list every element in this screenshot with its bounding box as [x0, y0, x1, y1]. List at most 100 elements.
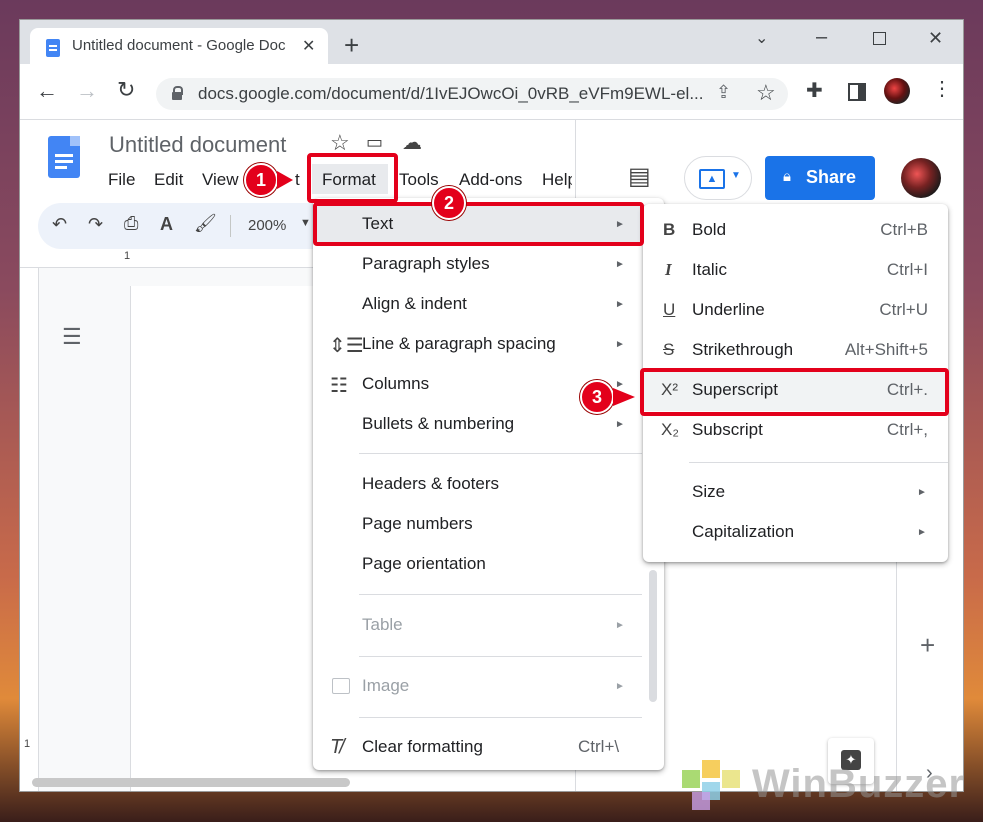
menu-item-label: Clear formatting	[362, 737, 483, 756]
menu-item-shortcut: Ctrl+I	[886, 260, 928, 279]
menu-item-label: Italic	[692, 260, 727, 279]
format-menu-item-align-indent[interactable]: Align & indent ►	[313, 285, 664, 325]
menu-insert[interactable]: t	[295, 170, 300, 190]
step-3-badge: 3	[580, 380, 614, 414]
forward-icon[interactable]: →	[76, 78, 98, 104]
menu-tools[interactable]: Tools	[399, 170, 439, 190]
document-title[interactable]: Untitled document	[109, 132, 286, 158]
menu-separator	[359, 594, 642, 595]
winbuzzer-logo-icon	[682, 760, 744, 812]
menu-item-label: Bullets & numbering	[362, 414, 515, 433]
format-menu-item-paragraph-styles[interactable]: Paragraph styles ►	[313, 245, 664, 285]
browser-tab[interactable]: Untitled document - Google Doc ✕	[30, 28, 328, 64]
submenu-arrow-icon: ►	[917, 487, 927, 498]
bookmark-star-icon[interactable]: ☆	[756, 80, 776, 106]
step-1-arrow	[277, 171, 293, 189]
vruler-mark: 1	[24, 738, 31, 750]
underline-icon: U	[663, 300, 676, 319]
close-tab-icon[interactable]: ✕	[302, 36, 315, 56]
submenu-arrow-icon: ►	[615, 259, 625, 270]
step-2-badge: 2	[432, 186, 466, 220]
menu-item-label: Bold	[692, 220, 727, 239]
profile-avatar[interactable]	[884, 78, 910, 104]
redo-icon[interactable]: ↷	[88, 214, 103, 235]
format-menu: Text ► Paragraph styles ► Align & indent…	[313, 198, 664, 770]
browser-toolbar: ← → ↻ docs.google.com/document/d/1IvEJOw…	[20, 64, 963, 120]
menu-item-shortcut: Ctrl+\	[578, 737, 620, 756]
add-addon-icon[interactable]: +	[920, 630, 935, 661]
tab-search-icon[interactable]: ⌄	[755, 28, 768, 48]
maximize-icon[interactable]	[873, 32, 886, 45]
print-icon[interactable]: ⎙	[124, 213, 138, 234]
menu-item-label: Paragraph styles	[362, 254, 490, 273]
text-submenu-item-italic[interactable]: I Italic Ctrl+I	[643, 251, 948, 291]
menu-item-shortcut: Ctrl+U	[879, 300, 928, 319]
menu-item-label: Align & indent	[362, 294, 467, 313]
format-menu-item-page-numbers[interactable]: Page numbers	[313, 505, 664, 545]
watermark-text: WinBuzzer	[752, 762, 966, 806]
italic-icon: I	[665, 260, 672, 279]
subscript-icon: X₂	[661, 420, 679, 439]
menu-addons[interactable]: Add-ons	[459, 170, 522, 190]
extensions-icon[interactable]: ✚	[806, 78, 823, 103]
menu-help[interactable]: Help	[542, 170, 572, 190]
minimize-icon[interactable]: –	[816, 26, 827, 49]
menu-file[interactable]: File	[108, 170, 135, 190]
menu-item-label: Headers & footers	[362, 474, 500, 493]
address-bar[interactable]: docs.google.com/document/d/1IvEJOwcOi_0v…	[156, 78, 788, 110]
menu-edit[interactable]: Edit	[154, 170, 183, 190]
image-icon	[332, 678, 350, 694]
highlight-superscript-item	[640, 368, 949, 416]
zoom-dropdown-icon[interactable]: ▼	[300, 217, 311, 229]
text-submenu-item-subscript[interactable]: X₂ Subscript Ctrl+,	[643, 411, 948, 451]
format-menu-item-clear-formatting[interactable]: T̸ Clear formatting Ctrl+\	[313, 728, 664, 768]
spellcheck-icon[interactable]: A	[160, 214, 173, 235]
menu-item-label: Columns	[362, 374, 430, 393]
back-icon[interactable]: ←	[36, 78, 58, 104]
horizontal-scrollbar[interactable]	[32, 778, 350, 787]
reload-icon[interactable]: ↻	[117, 77, 135, 103]
menu-item-label: Subscript	[692, 420, 763, 439]
format-menu-item-page-orientation[interactable]: Page orientation	[313, 545, 664, 585]
share-button[interactable]: 🔒︎ Share	[765, 156, 875, 200]
move-folder-icon[interactable]: ▭	[366, 132, 383, 153]
tab-title: Untitled document - Google Doc	[72, 37, 286, 54]
format-menu-item-headers-footers[interactable]: Headers & footers	[313, 465, 664, 505]
menu-separator	[689, 462, 948, 463]
comments-icon[interactable]: ▤	[628, 162, 651, 191]
submenu-arrow-icon: ►	[615, 299, 625, 310]
close-window-icon[interactable]: ✕	[928, 28, 943, 49]
share-label: Share	[806, 167, 857, 187]
text-submenu-item-underline[interactable]: U Underline Ctrl+U	[643, 291, 948, 331]
menu-item-label: Line & paragraph spacing	[362, 334, 556, 353]
new-tab-button[interactable]: +	[344, 32, 359, 58]
format-menu-item-line-spacing[interactable]: ⇕☰ Line & paragraph spacing ►	[313, 325, 664, 365]
menu-item-label: Underline	[692, 300, 765, 319]
clear-formatting-icon: T̸	[330, 736, 343, 758]
outline-icon[interactable]: ☰	[62, 324, 82, 350]
account-avatar[interactable]	[901, 158, 941, 198]
submenu-arrow-icon: ►	[615, 681, 625, 692]
text-submenu-item-capitalization[interactable]: Capitalization ►	[643, 513, 948, 553]
url-text: docs.google.com/document/d/1IvEJOwcOi_0v…	[198, 84, 704, 103]
submenu-arrow-icon: ►	[917, 527, 927, 538]
menu-item-shortcut: Alt+Shift+5	[844, 340, 928, 359]
docs-favicon-icon	[46, 39, 60, 57]
undo-icon[interactable]: ↶	[52, 214, 67, 235]
docs-logo-icon[interactable]	[48, 136, 80, 178]
paint-format-icon[interactable]: 🖌	[194, 213, 217, 234]
share-page-icon[interactable]: ⇪	[716, 82, 731, 103]
zoom-select[interactable]: 200%	[248, 217, 286, 234]
cloud-saved-icon: ☁	[402, 132, 422, 154]
format-menu-item-bullets[interactable]: Bullets & numbering ►	[313, 405, 664, 445]
side-panel-icon[interactable]	[848, 83, 866, 101]
text-submenu-item-strikethrough[interactable]: S Strikethrough Alt+Shift+5	[643, 331, 948, 371]
browser-menu-icon[interactable]: ⋮	[932, 76, 952, 101]
present-button[interactable]: ▲ ▼	[684, 156, 752, 200]
text-submenu-item-bold[interactable]: B Bold Ctrl+B	[643, 211, 948, 251]
menu-item-label: Page orientation	[362, 554, 486, 573]
menu-scrollbar[interactable]	[649, 570, 657, 702]
menu-item-label: Size	[692, 482, 726, 501]
text-submenu-item-size[interactable]: Size ►	[643, 473, 948, 513]
menu-view[interactable]: View	[202, 170, 239, 190]
